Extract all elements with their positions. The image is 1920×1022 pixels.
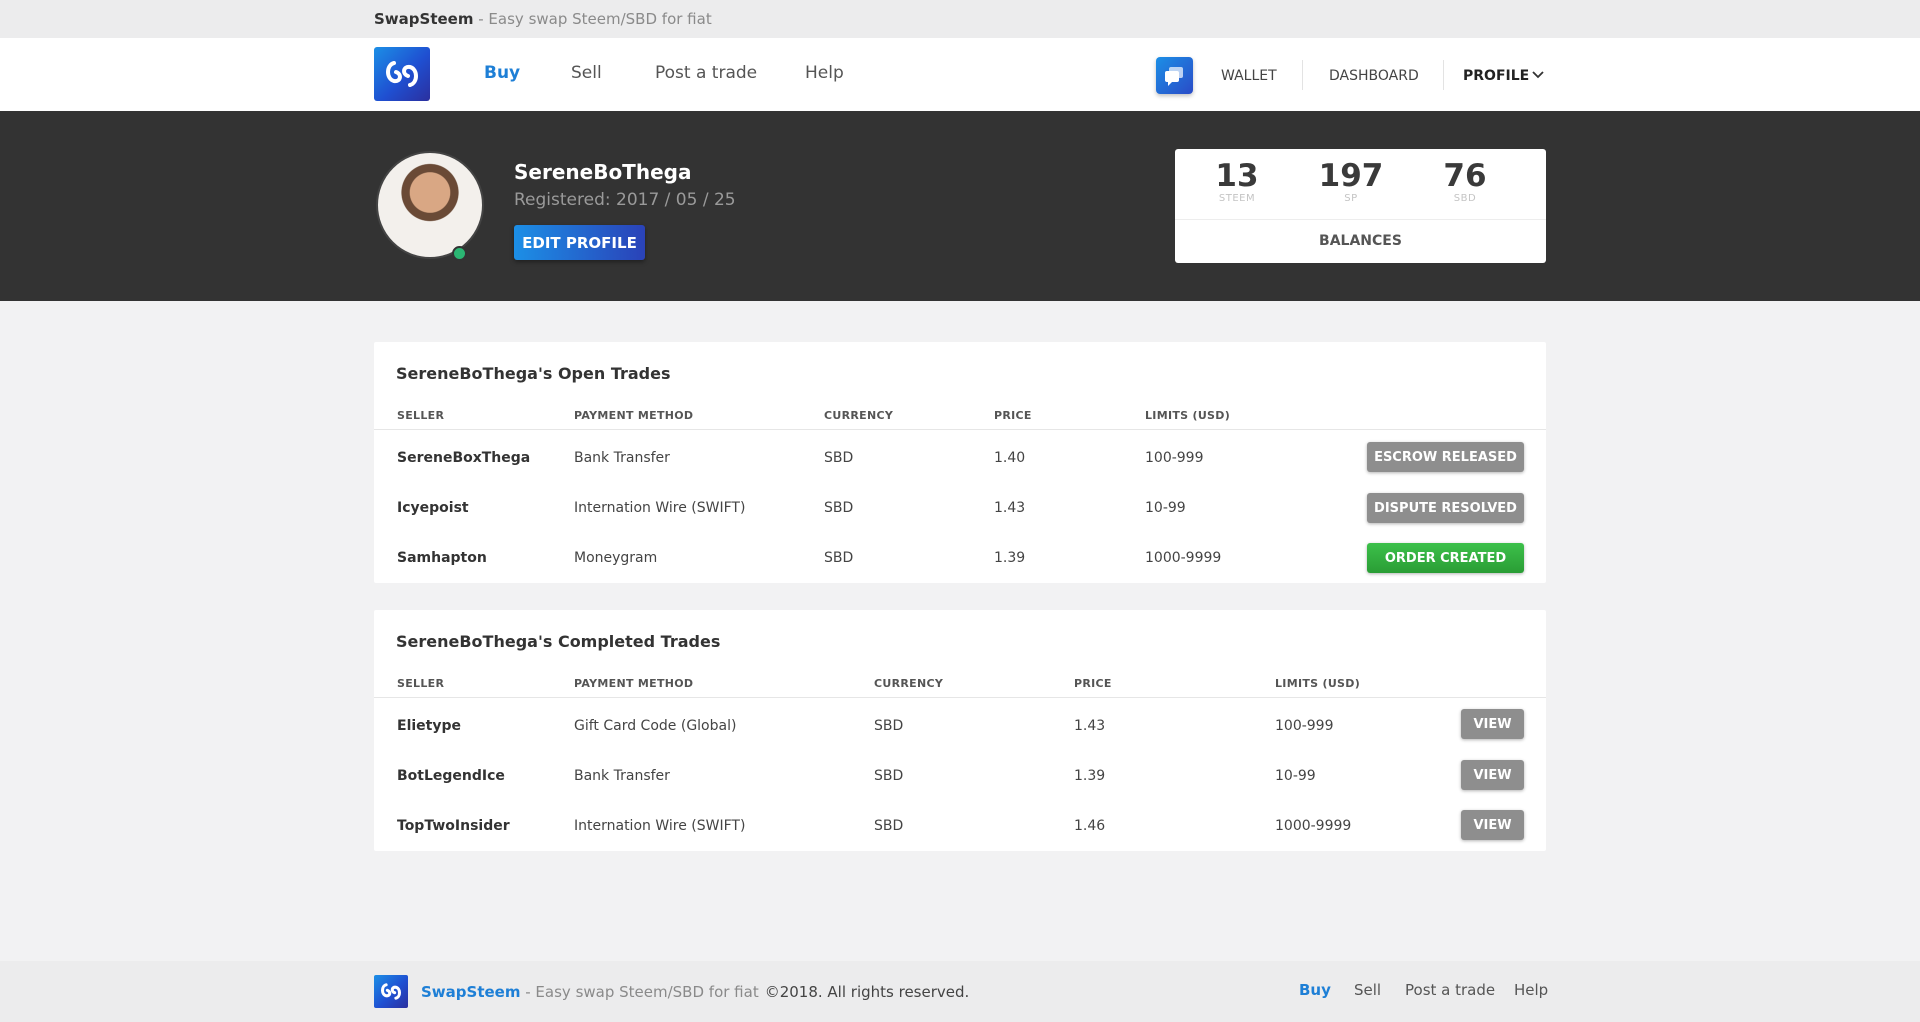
view-button[interactable]: VIEW <box>1461 810 1524 840</box>
payment-method: Bank Transfer <box>574 768 670 784</box>
price: 1.39 <box>994 550 1026 566</box>
footer-link-sell[interactable]: Sell <box>1354 981 1381 999</box>
chat-button[interactable] <box>1156 57 1193 94</box>
balance-value: 13 <box>1215 158 1259 194</box>
column-header-payment-method: PAYMENT METHOD <box>574 409 694 422</box>
currency: SBD <box>824 500 854 516</box>
balances-divider <box>1175 219 1546 220</box>
currency: SBD <box>874 768 904 784</box>
limits: 10-99 <box>1275 768 1316 784</box>
limits: 1000-9999 <box>1275 818 1352 834</box>
currency: SBD <box>874 818 904 834</box>
balance-unit: SBD <box>1453 193 1477 204</box>
column-header-currency: CURRENCY <box>874 677 944 690</box>
open-trades-card: SereneBoThega's Open Trades SELLER PAYME… <box>374 342 1546 583</box>
nav-dashboard[interactable]: DASHBOARD <box>1329 68 1419 84</box>
footer-link-buy[interactable]: Buy <box>1299 981 1331 999</box>
completed-trades-title: SereneBoThega's Completed Trades <box>396 632 721 651</box>
payment-method: Bank Transfer <box>574 450 670 466</box>
limits: 10-99 <box>1145 500 1186 516</box>
payment-method: Internation Wire (SWIFT) <box>574 818 746 834</box>
footer-text: SwapSteem - Easy swap Steem/SBD for fiat… <box>421 983 969 1001</box>
topbar-tagline: - Easy swap Steem/SBD for fiat <box>473 10 712 28</box>
chat-icon <box>1165 67 1183 86</box>
balance-unit: STEEM <box>1218 193 1256 204</box>
footer-copyright: ©2018. All rights reserved. <box>764 983 970 1001</box>
nav-divider <box>1302 60 1303 90</box>
nav-post-trade[interactable]: Post a trade <box>655 63 757 83</box>
payment-method: Gift Card Code (Global) <box>574 718 737 734</box>
price: 1.43 <box>1074 718 1106 734</box>
main-navbar <box>0 38 1920 111</box>
column-header-seller: SELLER <box>397 677 445 690</box>
profile-username: SereneBoThega <box>514 160 692 184</box>
table-header-divider <box>374 697 1546 698</box>
edit-profile-button[interactable]: EDIT PROFILE <box>514 225 645 260</box>
price: 1.39 <box>1074 768 1106 784</box>
footer-brand[interactable]: SwapSteem <box>421 983 520 1001</box>
nav-profile[interactable]: PROFILE <box>1463 68 1529 84</box>
balances-panel: 13 STEEM 197 SP 76 SBD BALANCES <box>1175 149 1546 263</box>
balance-value: 76 <box>1443 158 1487 194</box>
order-created-button[interactable]: ORDER CREATED <box>1367 543 1524 573</box>
column-header-limits: LIMITS (USD) <box>1275 677 1361 690</box>
limits: 1000-9999 <box>1145 550 1222 566</box>
payment-method: Moneygram <box>574 550 658 566</box>
currency: SBD <box>824 550 854 566</box>
balances-label: BALANCES <box>1319 233 1402 249</box>
payment-method: Internation Wire (SWIFT) <box>574 500 746 516</box>
top-tagline-bar: SwapSteem - Easy swap Steem/SBD for fiat <box>0 0 1920 38</box>
topbar-brand: SwapSteem <box>374 10 474 28</box>
escrow-released-button[interactable]: ESCROW RELEASED <box>1367 442 1524 472</box>
profile-registered-date: Registered: 2017 / 05 / 25 <box>514 190 736 210</box>
column-header-price: PRICE <box>994 409 1032 422</box>
seller-name[interactable]: Elietype <box>397 718 461 734</box>
column-header-currency: CURRENCY <box>824 409 894 422</box>
chevron-down-icon[interactable] <box>1532 70 1544 80</box>
price: 1.40 <box>994 450 1026 466</box>
seller-name[interactable]: SereneBoxThega <box>397 450 530 466</box>
footer-tagline: - Easy swap Steem/SBD for fiat <box>520 983 759 1001</box>
balance-steem: 13 STEEM <box>1192 159 1282 204</box>
profile-header <box>0 111 1920 301</box>
footer-link-help[interactable]: Help <box>1514 981 1548 999</box>
nav-wallet[interactable]: WALLET <box>1221 68 1277 84</box>
currency: SBD <box>874 718 904 734</box>
swapsteem-logo-icon[interactable] <box>374 975 408 1008</box>
column-header-payment-method: PAYMENT METHOD <box>574 677 694 690</box>
price: 1.46 <box>1074 818 1106 834</box>
balance-value: 197 <box>1318 158 1384 194</box>
balance-unit: SP <box>1344 193 1358 204</box>
footer-link-post-trade[interactable]: Post a trade <box>1405 981 1495 999</box>
avatar <box>376 151 484 259</box>
balance-sbd: 76 SBD <box>1420 159 1510 204</box>
table-header-divider <box>374 429 1546 430</box>
completed-trades-card: SereneBoThega's Completed Trades SELLER … <box>374 610 1546 851</box>
seller-name[interactable]: Icyepoist <box>397 500 469 516</box>
seller-name[interactable]: TopTwoInsider <box>397 818 510 834</box>
nav-divider <box>1443 60 1444 90</box>
column-header-price: PRICE <box>1074 677 1112 690</box>
price: 1.43 <box>994 500 1026 516</box>
limits: 100-999 <box>1275 718 1334 734</box>
tagline-container: SwapSteem - Easy swap Steem/SBD for fiat <box>374 10 712 28</box>
nav-help[interactable]: Help <box>805 63 844 83</box>
open-trades-title: SereneBoThega's Open Trades <box>396 364 671 383</box>
column-header-seller: SELLER <box>397 409 445 422</box>
dispute-resolved-button[interactable]: DISPUTE RESOLVED <box>1367 493 1524 523</box>
view-button[interactable]: VIEW <box>1461 709 1524 739</box>
seller-name[interactable]: Samhapton <box>397 550 487 566</box>
online-status-indicator <box>452 246 467 261</box>
currency: SBD <box>824 450 854 466</box>
column-header-limits: LIMITS (USD) <box>1145 409 1231 422</box>
view-button[interactable]: VIEW <box>1461 760 1524 790</box>
nav-sell[interactable]: Sell <box>571 63 602 83</box>
balance-sp: 197 SP <box>1306 159 1396 204</box>
nav-buy[interactable]: Buy <box>484 63 520 83</box>
limits: 100-999 <box>1145 450 1204 466</box>
swapsteem-logo-icon[interactable] <box>374 47 430 101</box>
seller-name[interactable]: BotLegendIce <box>397 768 505 784</box>
